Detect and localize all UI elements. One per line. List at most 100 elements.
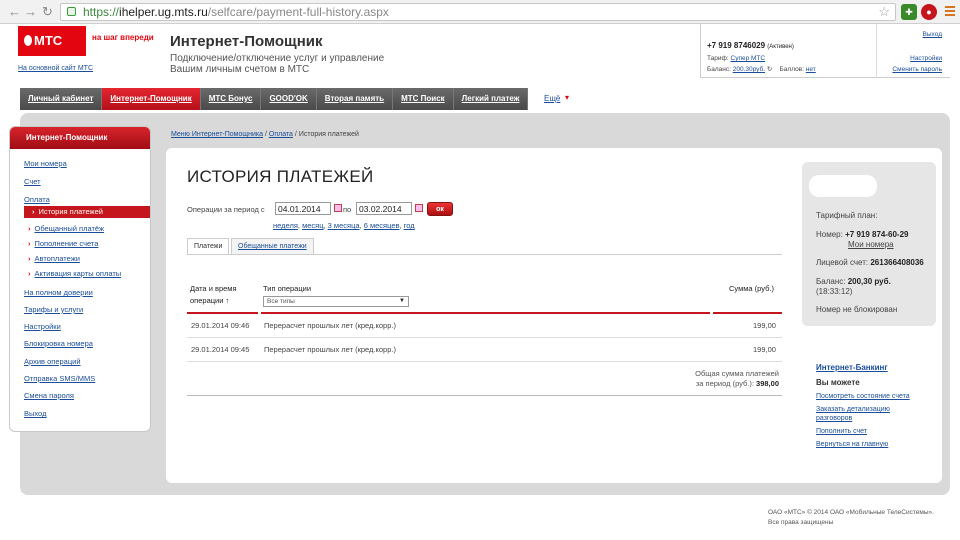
my-numbers-link[interactable]: Мои номера	[848, 240, 894, 250]
account-balance: Баланс: 200.30руб. ↻ Баллов: нет	[707, 65, 816, 73]
refresh-icon[interactable]: ↻	[767, 66, 772, 73]
type-filter-select[interactable]: Все типы ▼	[263, 296, 409, 307]
total-value: 398,00	[756, 379, 779, 388]
sidebar-item-promised-payment[interactable]: Обещанный платёж	[28, 224, 105, 233]
tab-second-memory[interactable]: Вторая память	[316, 88, 394, 110]
balance-info-label: Баланс:	[816, 277, 846, 286]
period-6-months[interactable]: 6 месяцев	[364, 221, 400, 230]
sidebar-item-account[interactable]: Счет	[24, 177, 41, 186]
reload-icon[interactable]: ↻	[42, 4, 53, 20]
sidebar-item-payment[interactable]: Оплата	[24, 195, 50, 204]
logo-egg-icon	[24, 35, 32, 46]
row-2-date: 29.01.2014 09:45	[191, 345, 250, 354]
footer: ОАО «МТС» © 2014 ОАО «Мобильные ТелеСист…	[768, 508, 934, 528]
date-to-input[interactable]	[356, 202, 412, 215]
period-label: Операции за период с	[187, 205, 265, 214]
sidebar-item-settings[interactable]: Настройки	[24, 322, 61, 331]
calendar-icon[interactable]	[415, 204, 423, 212]
period-3-months[interactable]: 3 месяца	[328, 221, 360, 230]
column-type: Тип операции	[263, 284, 312, 293]
sidebar-item-my-numbers[interactable]: Мои номера	[24, 159, 67, 168]
extension-icon[interactable]: ✚	[901, 4, 917, 20]
tab-promised-payments[interactable]: Обещанные платежи	[231, 238, 314, 254]
sidebar-item-operations-archive[interactable]: Архив операций	[24, 357, 81, 366]
sidebar-item-block-number[interactable]: Блокировка номера	[24, 339, 93, 348]
points-label: Баллов:	[779, 66, 804, 73]
period-year[interactable]: год	[404, 221, 415, 230]
breadcrumb-menu[interactable]: Меню Интернет-Помощника	[171, 131, 263, 138]
forward-icon[interactable]: →	[24, 4, 37, 19]
change-password-link[interactable]: Сменить пароль	[892, 66, 942, 73]
calendar-icon[interactable]	[334, 204, 342, 212]
url-host: ihelper.ug.mts.ru	[119, 5, 208, 19]
tab-easy-payment[interactable]: Легкий платеж	[453, 88, 529, 110]
total-label-line2: за период (руб.):	[695, 379, 754, 388]
total-label-line1: Общая сумма платежей	[695, 369, 779, 378]
tab-goodok[interactable]: GOOD'OK	[261, 88, 317, 110]
period-month[interactable]: месяц	[302, 221, 323, 230]
main-site-link[interactable]: На основной сайт МТС	[18, 65, 93, 72]
address-bar[interactable]: https://ihelper.ug.mts.ru/selfcare/payme…	[60, 3, 896, 21]
breadcrumb: Меню Интернет-Помощника / Оплата / Истор…	[171, 131, 359, 138]
exit-link[interactable]: Выход	[923, 31, 942, 38]
sidebar-item-send-sms[interactable]: Отправка SMS/MMS	[24, 374, 95, 383]
settings-link[interactable]: Настройки	[910, 55, 942, 62]
browser-menu-icon[interactable]	[945, 6, 955, 18]
sidebar-item-full-trust[interactable]: На полном доверии	[24, 288, 93, 297]
order-details-link-cont[interactable]: разговоров	[816, 414, 852, 424]
column-date-line1: Дата и время	[190, 284, 237, 293]
balance-info-value: 200,30 руб.	[847, 277, 891, 286]
breadcrumb-separator: /	[264, 131, 267, 138]
tabs-divider	[187, 254, 782, 255]
bookmark-star-icon[interactable]: ☆	[878, 4, 890, 20]
column-date[interactable]: Дата и время операции ↑	[190, 283, 237, 307]
sidebar-item-payment-history[interactable]: История платежей	[24, 206, 150, 218]
account-divider	[876, 24, 877, 78]
mts-logo[interactable]: МТС	[18, 26, 86, 56]
points-link[interactable]: нет	[806, 66, 816, 73]
top-up-account-link[interactable]: Пополнить счет	[816, 427, 867, 437]
back-to-main-link[interactable]: Вернуться на главную	[816, 440, 888, 450]
sidebar-item-card-activation[interactable]: Активация карты оплаты	[28, 269, 122, 278]
back-icon[interactable]: ←	[8, 4, 21, 19]
site-title: Интернет-Помощник	[170, 33, 323, 50]
more-menu-link[interactable]: Ещё	[544, 94, 560, 103]
balance-time: (18:33:12)	[816, 287, 853, 296]
tab-internet-helper[interactable]: Интернет-Помощник	[102, 88, 201, 110]
sidebar-item-top-up[interactable]: Пополнение счета	[28, 239, 99, 248]
sidebar-item-change-password[interactable]: Смена пароля	[24, 391, 74, 400]
row-2-type: Перерасчет прошлых лет (кред.корр.)	[264, 345, 396, 354]
table-bottom-line	[187, 395, 782, 396]
period-week[interactable]: неделя	[273, 221, 298, 230]
table-header-line	[187, 312, 782, 314]
number-value: +7 919 874-60-29	[845, 230, 909, 239]
sidebar-item-autopayments[interactable]: Автоплатежи	[28, 254, 80, 263]
to-label: по	[343, 205, 352, 214]
tariff-label: Тариф:	[707, 55, 729, 62]
block-status: Номер не блокирован	[816, 305, 898, 314]
adblock-icon[interactable]: ●	[921, 4, 937, 20]
sidebar-item-tariffs[interactable]: Тарифы и услуги	[24, 305, 83, 314]
sidebar: Интернет-Помощник Мои номера Счет Оплата…	[9, 126, 151, 432]
footer-rights: Все права защищены	[768, 519, 834, 526]
hidden-name	[809, 175, 877, 197]
column-date-line2: операции ↑	[190, 296, 230, 305]
sidebar-item-exit[interactable]: Выход	[24, 409, 46, 418]
account-status: (Активен)	[767, 44, 794, 50]
tariff-link[interactable]: Супер МТС	[731, 55, 766, 62]
view-account-link[interactable]: Посмотреть состояние счета	[816, 392, 910, 402]
balance-link[interactable]: 200.30руб.	[733, 66, 765, 73]
breadcrumb-payment[interactable]: Оплата	[269, 131, 293, 138]
url-scheme: https://	[83, 5, 120, 19]
tab-mts-bonus[interactable]: МТС Бонус	[200, 88, 262, 110]
internet-banking-link[interactable]: Интернет-Банкинг	[816, 363, 888, 372]
breadcrumb-separator: /	[294, 131, 297, 138]
caret-down-icon: ▼	[399, 298, 405, 304]
chevron-down-icon[interactable]: ▾	[565, 93, 569, 102]
tab-personal-cabinet[interactable]: Личный кабинет	[20, 88, 103, 110]
row-separator	[187, 361, 782, 362]
tab-payments[interactable]: Платежи	[187, 238, 230, 255]
tab-mts-search[interactable]: МТС Поиск	[393, 88, 454, 110]
date-from-input[interactable]	[275, 202, 331, 215]
ok-button[interactable]: ок	[427, 202, 453, 216]
